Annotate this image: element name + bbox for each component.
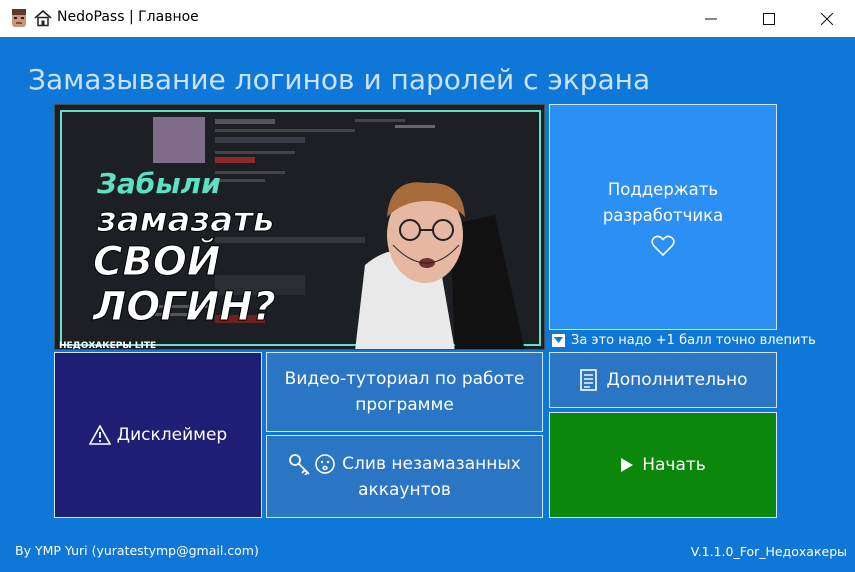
additional-button[interactable]: Дополнительно bbox=[549, 352, 777, 408]
support-label-line1: Поддержать bbox=[607, 180, 719, 199]
start-button[interactable]: Начать bbox=[549, 412, 777, 518]
maximize-icon bbox=[763, 12, 775, 25]
overlay-line4: ЛОГИН? bbox=[92, 284, 276, 330]
dropdown-arrow-icon bbox=[552, 334, 565, 347]
key-icon bbox=[289, 453, 310, 475]
preview-thumbnail: Забыли замазать СВОЙ ЛОГИН? НЕДОХАКЕРЫ L… bbox=[55, 105, 544, 350]
overlay-line1: Забыли bbox=[96, 167, 221, 200]
app-avatar-icon bbox=[9, 8, 29, 28]
main-panel: Замазывание логинов и паролей с экрана З… bbox=[0, 37, 855, 572]
play-icon bbox=[621, 458, 634, 472]
title-bar: NedoPass | Главное bbox=[0, 0, 855, 37]
video-preview[interactable]: Забыли замазать СВОЙ ЛОГИН? НЕДОХАКЕРЫ L… bbox=[54, 104, 545, 350]
close-button[interactable] bbox=[804, 0, 850, 37]
leak-label-line1: Слив незамазанных bbox=[342, 453, 521, 474]
additional-label: Дополнительно bbox=[606, 370, 748, 390]
support-label-line2: разработчика bbox=[602, 206, 724, 225]
video-tutorial-button[interactable]: Видео-туториал по работе программе bbox=[266, 352, 543, 432]
channel-label: НЕДОХАКЕРЫ LITE bbox=[59, 341, 156, 350]
page-heading: Замазывание логинов и паролей с экрана bbox=[28, 63, 651, 96]
overlay-line3: СВОЙ bbox=[93, 237, 220, 285]
support-developer-button[interactable]: Поддержать разработчика bbox=[549, 104, 777, 330]
disclaimer-button[interactable]: Дисклеймер bbox=[54, 352, 262, 518]
heart-icon bbox=[651, 235, 675, 257]
close-icon bbox=[821, 12, 833, 25]
home-icon bbox=[33, 8, 53, 28]
window-title: NedoPass | Главное bbox=[57, 9, 199, 25]
minimize-button[interactable] bbox=[688, 0, 734, 37]
author-text: By YMP Yuri (yuratestymp@gmail.com) bbox=[15, 543, 259, 558]
minimize-icon bbox=[705, 18, 717, 19]
leak-accounts-button[interactable]: Слив незамазанных аккаунтов bbox=[266, 435, 543, 518]
leak-label-line2: аккаунтов bbox=[358, 479, 451, 500]
maximize-button[interactable] bbox=[746, 0, 792, 37]
disclaimer-label: Дисклеймер bbox=[116, 425, 228, 445]
version-text: V.1.1.0_For_Недохакеры bbox=[690, 544, 847, 559]
video-label-line1: Видео-туториал по работе bbox=[284, 369, 525, 389]
warning-icon bbox=[88, 425, 111, 445]
support-note: За это надо +1 балл точно влепить bbox=[552, 333, 816, 348]
face-icon bbox=[315, 453, 335, 474]
video-label-line2: программе bbox=[355, 395, 454, 415]
overlay-line2: замазать bbox=[96, 200, 274, 240]
document-icon bbox=[579, 369, 597, 391]
support-note-text: За это надо +1 балл точно влепить bbox=[571, 333, 816, 348]
start-label: Начать bbox=[642, 455, 706, 475]
